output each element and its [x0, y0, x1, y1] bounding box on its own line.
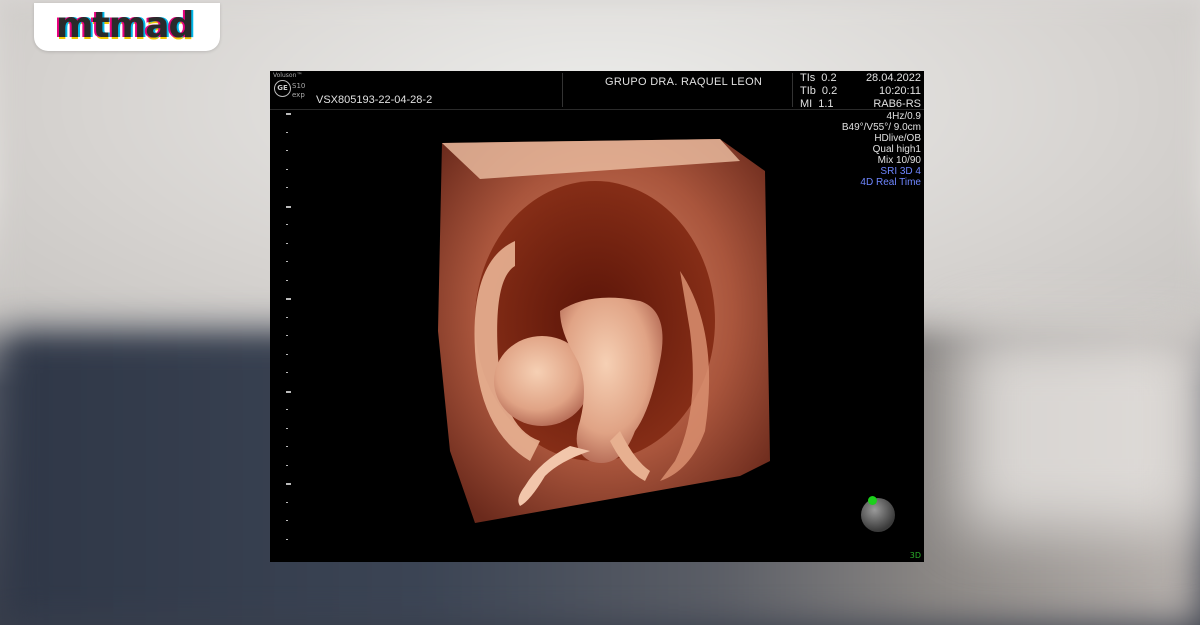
depth-tick [286, 316, 288, 318]
depth-tick [286, 279, 288, 281]
scan-time: 10:20:11 [878, 85, 921, 97]
index-value: 0.2 [821, 85, 838, 97]
index-row: TIb 0.2 [800, 85, 837, 98]
device-brand: Voluson™ [273, 72, 303, 79]
depth-tick [286, 187, 288, 188]
depth-tick [286, 353, 288, 355]
background-light [960, 330, 1200, 530]
depth-tick [286, 224, 288, 225]
probe-name: RAB6-RS [873, 98, 921, 110]
depth-tick [286, 520, 288, 521]
depth-tick [286, 261, 288, 262]
index-value: 1.1 [818, 98, 834, 110]
index-label: TIb [800, 85, 816, 97]
depth-tick [286, 372, 288, 373]
ultrasound-screen: Voluson™ GE S10 exp VSX805193-22-04-28-2… [270, 71, 924, 562]
depth-tick [286, 298, 291, 300]
header-divider [562, 73, 563, 107]
depth-tick [286, 390, 291, 393]
param-line: Mix 10/90 [877, 155, 921, 166]
param-line: B49°/V55°/ 9.0cm [841, 122, 921, 133]
index-label: TIs [800, 72, 816, 84]
index-value: 0.2 [821, 72, 837, 84]
scan-header: Voluson™ GE S10 exp VSX805193-22-04-28-2… [270, 71, 924, 110]
depth-tick [286, 464, 288, 466]
date-time: 28.04.2022 10:20:11 RAB6-RS [866, 72, 921, 111]
device-model: S10 exp [292, 82, 305, 100]
depth-tick [286, 168, 288, 170]
logo-text: mtmad [56, 5, 194, 46]
header-divider [792, 73, 793, 107]
orientation-ball-icon [861, 498, 895, 532]
index-row: MI 1.1 [800, 98, 837, 111]
depth-tick [286, 335, 288, 336]
device-model-name: S10 [292, 82, 306, 90]
thermal-indices: TIs 0.2 TIb 0.2 MI 1.1 [800, 72, 837, 111]
depth-tick [286, 501, 288, 503]
param-line-blue: SRI 3D 4 [880, 166, 921, 177]
render-mode: 3D [909, 551, 921, 560]
orientation-marker-icon [868, 496, 877, 505]
device-model-sub: exp [292, 91, 305, 99]
channel-logo: mtmad [34, 3, 220, 51]
patient-id: VSX805193-22-04-28-2 [316, 94, 433, 106]
depth-tick [286, 538, 288, 540]
depth-tick [286, 427, 288, 429]
depth-tick [286, 242, 288, 244]
scan-date: 28.04.2022 [865, 72, 921, 84]
depth-tick [286, 205, 291, 208]
param-line: HDlive/OB [874, 133, 921, 144]
depth-tick [286, 131, 288, 133]
scan-parameters: 4Hz/0.9 B49°/V55°/ 9.0cm HDlive/OB Qual … [842, 111, 921, 188]
index-label: MI [800, 98, 813, 110]
depth-tick [286, 113, 291, 115]
param-line: 4Hz/0.9 [886, 111, 921, 122]
fetus-3d-render [438, 139, 770, 523]
ge-logo-icon: GE [274, 80, 291, 97]
index-row: TIs 0.2 [800, 72, 837, 85]
clinic-name: GRUPO DRA. RAQUEL LEON [605, 76, 763, 88]
depth-scale [286, 113, 291, 553]
param-line: Qual high1 [872, 144, 921, 155]
depth-tick [286, 409, 288, 410]
depth-tick [286, 446, 288, 447]
depth-tick [286, 150, 288, 151]
param-line-blue: 4D Real Time [860, 177, 921, 188]
depth-tick [286, 483, 291, 485]
